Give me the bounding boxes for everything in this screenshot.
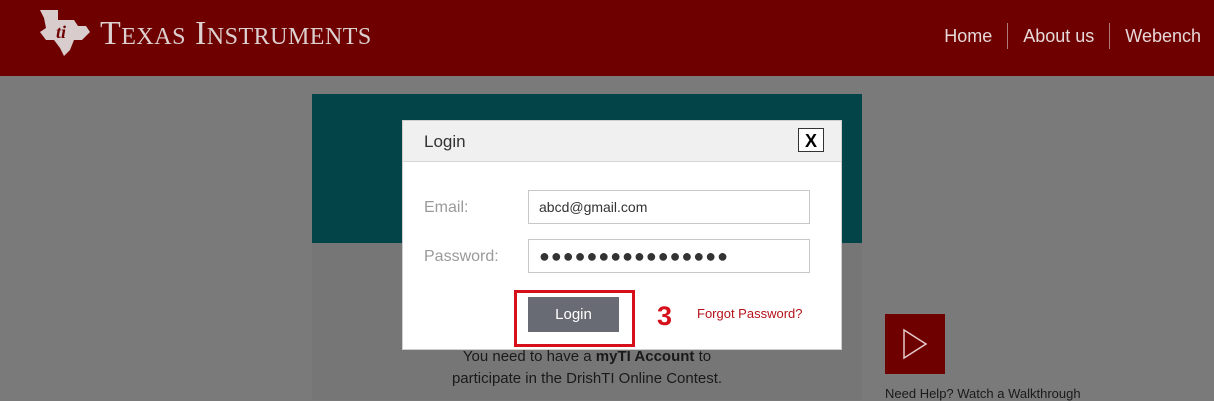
step-number-annotation: 3 [657, 301, 673, 331]
texas-state-logo-icon: ti [40, 10, 90, 56]
login-button[interactable]: Login [528, 297, 619, 332]
password-label: Password: [424, 248, 499, 265]
password-field[interactable] [528, 239, 810, 273]
info-suffix: to [694, 348, 712, 365]
email-label: Email: [424, 199, 469, 216]
play-icon [903, 328, 928, 360]
close-button[interactable]: X [798, 128, 824, 152]
account-info-text: You need to have a myTI Account to parti… [312, 346, 862, 390]
info-line-2: participate in the DrishTI Online Contes… [451, 370, 723, 387]
walkthrough-play-button[interactable] [885, 314, 945, 374]
main-nav: Home About us Webench [929, 22, 1214, 50]
info-prefix: You need to have a [462, 348, 596, 365]
modal-title: Login [424, 132, 466, 151]
modal-header: Login X [403, 121, 841, 162]
help-walkthrough-link[interactable]: Need Help? Watch a Walkthrough [885, 386, 1081, 401]
brand-name: Texas Instruments [100, 16, 372, 52]
login-modal: Login X Email: Password: Login 3 Forgot … [402, 120, 842, 350]
svg-text:ti: ti [56, 22, 66, 42]
email-field[interactable] [528, 190, 810, 224]
nav-webench[interactable]: Webench [1109, 23, 1214, 49]
nav-home[interactable]: Home [929, 23, 1007, 49]
site-header: ti Texas Instruments Home About us Weben… [0, 0, 1214, 76]
brand-text: Texas Instruments [100, 15, 372, 52]
info-account-name: myTI Account [595, 348, 695, 365]
nav-about-us[interactable]: About us [1007, 23, 1109, 49]
ti-logo[interactable]: ti Texas Instruments [34, 6, 454, 58]
forgot-password-link[interactable]: Forgot Password? [697, 306, 803, 321]
